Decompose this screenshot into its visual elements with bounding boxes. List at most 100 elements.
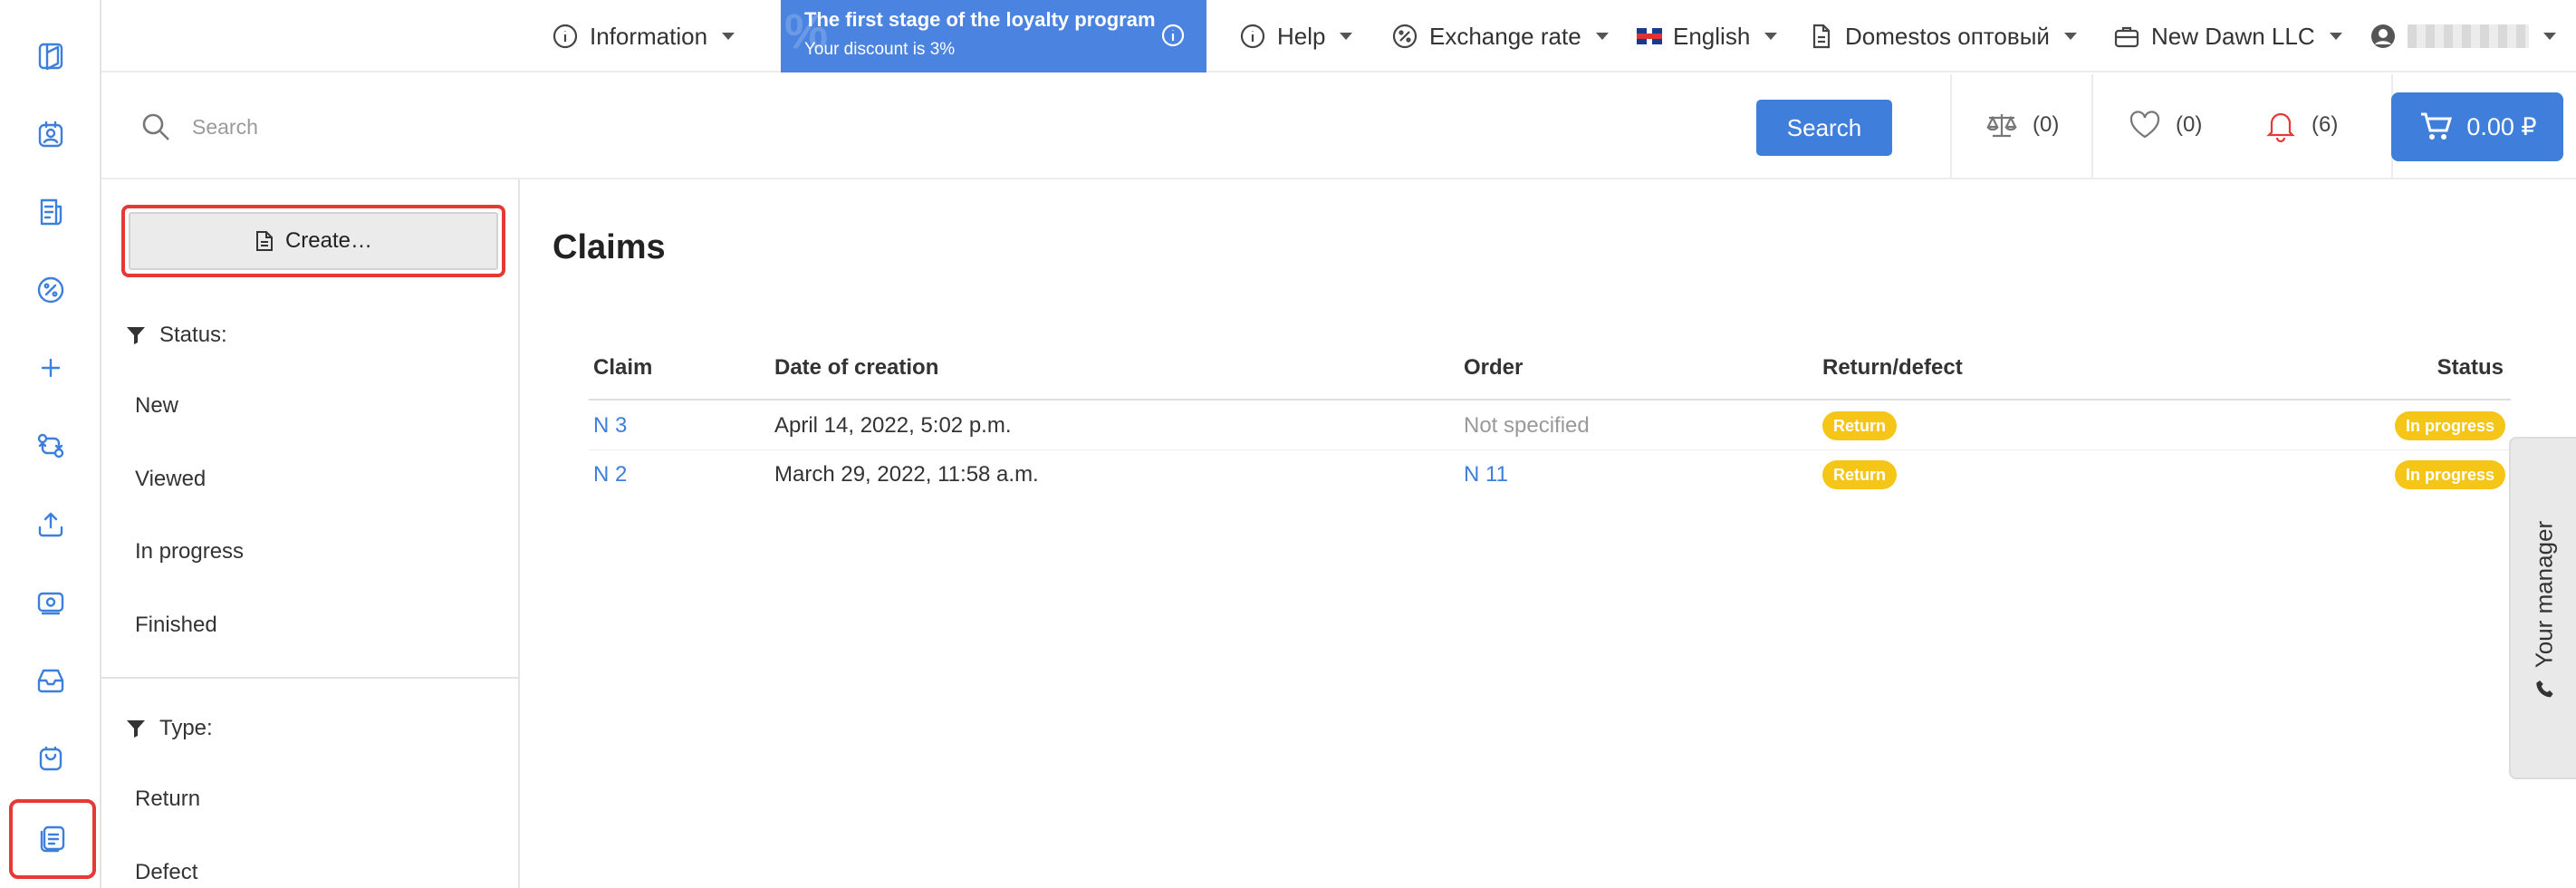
user-menu[interactable] <box>2369 0 2556 72</box>
status-badge: In progress <box>2394 460 2505 489</box>
rail-bag[interactable] <box>0 719 101 796</box>
store-menu[interactable]: Domestos оптовый <box>1807 0 2077 72</box>
search-icon <box>139 111 172 143</box>
store-label: Domestos оптовый <box>1845 22 2050 50</box>
icon-rail <box>0 0 101 888</box>
language-menu[interactable]: English <box>1637 0 1778 72</box>
status-heading-label: Status: <box>159 323 227 347</box>
rail-claims[interactable] <box>9 799 96 879</box>
chevron-down-icon <box>1340 33 1353 40</box>
order-link[interactable]: N 11 <box>1464 462 1508 487</box>
catalog-icon <box>34 40 67 72</box>
discount-icon <box>34 274 67 306</box>
rail-orders[interactable] <box>0 173 101 251</box>
document-icon <box>1807 23 1834 50</box>
bag-icon <box>34 741 67 774</box>
type-heading-label: Type: <box>159 716 213 740</box>
user-avatar-icon <box>2369 23 2397 50</box>
top-bar: Information % The first stage of the loy… <box>101 0 2576 72</box>
phone-icon <box>2534 679 2554 699</box>
type-option-defect[interactable]: Defect <box>135 860 197 885</box>
rail-discounts[interactable] <box>0 251 101 329</box>
help-label: Help <box>1277 22 1326 50</box>
briefcase-icon <box>2113 23 2140 50</box>
create-button[interactable]: Create… <box>129 212 498 270</box>
upload-icon <box>34 507 67 540</box>
status-option-finished[interactable]: Finished <box>135 613 217 638</box>
information-label: Information <box>590 22 708 50</box>
favorites-count: (0) <box>2176 112 2203 137</box>
table-header-divider <box>589 399 2511 401</box>
claim-date: March 29, 2022, 11:58 a.m. <box>774 462 1039 487</box>
manager-tab-label-group: Your manager <box>2531 521 2559 699</box>
claim-link[interactable]: N 2 <box>593 462 627 487</box>
exchange-icon <box>34 430 67 462</box>
rail-catalog[interactable] <box>0 17 101 95</box>
page-title: Claims <box>553 228 666 266</box>
create-label: Create… <box>284 228 373 253</box>
help-menu[interactable]: Help <box>1239 0 1353 72</box>
status-option-in-progress[interactable]: In progress <box>135 539 244 565</box>
row-divider <box>589 449 2511 450</box>
column-header-date: Date of creation <box>774 355 939 380</box>
divider <box>1950 74 1952 179</box>
inbox-icon <box>34 663 67 696</box>
percent-circle-icon <box>1391 23 1418 50</box>
loyalty-title: The first stage of the loyalty program <box>804 8 1156 31</box>
status-option-viewed[interactable]: Viewed <box>135 467 206 492</box>
loyalty-info-icon[interactable] <box>1159 22 1187 49</box>
contact-icon <box>34 118 67 150</box>
search-button[interactable]: Search <box>1756 100 1892 156</box>
loyalty-banner[interactable]: % The first stage of the loyalty program… <box>781 0 1206 72</box>
column-header-order: Order <box>1464 355 1523 380</box>
status-filter-heading: Status: <box>125 323 227 348</box>
company-label: New Dawn LLC <box>2151 22 2315 50</box>
info-icon <box>552 23 579 50</box>
compare-counter[interactable]: (0) <box>1984 107 2059 143</box>
rail-add[interactable] <box>0 329 101 407</box>
claim-link[interactable]: N 3 <box>593 413 627 439</box>
compare-count: (0) <box>2033 112 2060 137</box>
exchange-rate-menu[interactable]: Exchange rate <box>1391 0 1609 72</box>
cart-button[interactable]: 0.00 ₽ <box>2391 92 2563 161</box>
rail-exchange[interactable] <box>0 407 101 485</box>
filter-icon <box>125 718 147 739</box>
user-name-redacted <box>2408 24 2529 48</box>
type-filter-heading: Type: <box>125 716 213 741</box>
information-menu[interactable]: Information <box>552 0 735 72</box>
filter-sidebar: Create… Status: New Viewed In progress F… <box>101 179 520 888</box>
money-icon <box>34 585 67 618</box>
status-badge: In progress <box>2394 411 2505 440</box>
chevron-down-icon <box>2543 33 2556 40</box>
type-option-return[interactable]: Return <box>135 787 200 812</box>
create-highlight: Create… <box>121 205 505 277</box>
rail-inbox[interactable] <box>0 641 101 719</box>
heart-icon <box>2127 107 2163 143</box>
claims-icon <box>36 823 69 855</box>
filter-icon <box>125 324 147 346</box>
chevron-down-icon <box>2063 33 2077 40</box>
column-header-claim: Claim <box>593 355 653 380</box>
rail-contacts[interactable] <box>0 95 101 173</box>
loyalty-subtitle: Your discount is 3% <box>804 40 956 59</box>
uk-flag-icon <box>1637 28 1662 44</box>
search-bar: Search (0) (0) (6) 0.00 ₽ <box>101 74 2576 179</box>
divider <box>2091 74 2093 179</box>
rail-upload[interactable] <box>0 485 101 563</box>
scales-icon <box>1984 107 2020 143</box>
company-menu[interactable]: New Dawn LLC <box>2113 0 2342 72</box>
help-info-icon <box>1239 23 1266 50</box>
your-manager-tab[interactable]: Your manager <box>2509 437 2576 779</box>
status-option-new[interactable]: New <box>135 393 178 419</box>
add-icon <box>34 352 67 384</box>
cart-total: 0.00 ₽ <box>2466 112 2537 140</box>
column-header-type: Return/defect <box>1822 355 1963 380</box>
rail-money[interactable] <box>0 563 101 641</box>
notifications-counter[interactable]: (6) <box>2263 107 2338 143</box>
language-label: English <box>1673 22 1751 50</box>
favorites-counter[interactable]: (0) <box>2127 107 2202 143</box>
chevron-down-icon <box>722 33 735 40</box>
claim-order: Not specified <box>1464 413 1590 438</box>
notifications-count: (6) <box>2312 112 2339 137</box>
search-input[interactable] <box>192 101 1098 152</box>
